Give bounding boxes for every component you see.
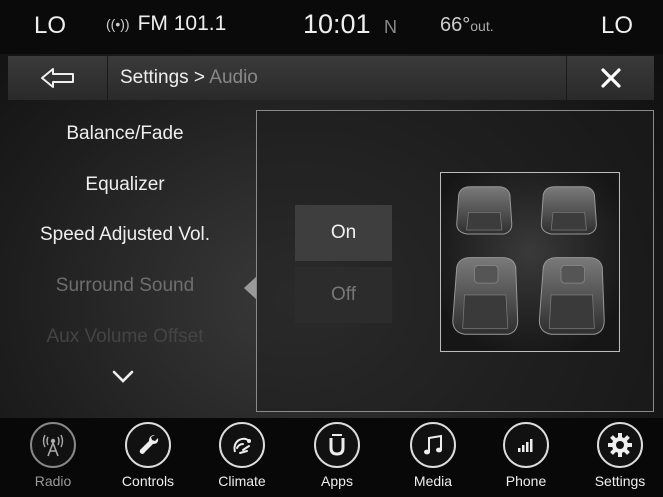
- rear-left-seat: [456, 186, 513, 235]
- climate-icon: [219, 422, 265, 468]
- station-label: FM 101.1: [137, 12, 227, 35]
- screen: LO ((•)) FM 101.1 10:01 N 66°out. LO Set…: [0, 0, 663, 497]
- phone-signal-icon: [503, 422, 549, 468]
- breadcrumb-audio: Audio: [209, 67, 258, 88]
- title-bar: Settings > Audio: [8, 56, 654, 100]
- nav-media[interactable]: Media: [393, 422, 473, 489]
- nav-media-label: Media: [413, 473, 453, 489]
- temperature-value: 66°: [440, 14, 471, 36]
- status-bar: LO ((•)) FM 101.1 10:01 N 66°out. LO: [0, 0, 663, 54]
- menu-item-equalizer[interactable]: Equalizer: [0, 174, 250, 196]
- nav-climate[interactable]: Climate: [202, 422, 282, 489]
- gear-icon: [597, 422, 643, 468]
- bottom-nav: Radio Controls Climate Apps Media Phone …: [0, 418, 663, 497]
- nav-phone-label: Phone: [505, 473, 547, 489]
- close-button[interactable]: [566, 56, 654, 100]
- surround-on-button[interactable]: On: [295, 205, 392, 261]
- seats-illustration: [441, 173, 618, 350]
- menu-item-balance-fade[interactable]: Balance/Fade: [0, 123, 250, 145]
- surround-sound-panel: On Off: [256, 110, 654, 412]
- front-right-seat: [538, 257, 605, 335]
- clock: 10:01: [303, 9, 371, 39]
- nav-settings[interactable]: Settings: [580, 422, 660, 489]
- menu-item-aux-volume-offset[interactable]: Aux Volume Offset: [0, 326, 250, 348]
- menu-item-speed-adjusted-vol[interactable]: Speed Adjusted Vol.: [0, 224, 250, 246]
- temperature-unit: out.: [470, 18, 494, 34]
- chevron-down-icon[interactable]: [112, 370, 134, 389]
- nav-radio-label: Radio: [34, 473, 72, 489]
- breadcrumb-settings: Settings >: [120, 67, 206, 88]
- broadcast-icon: ((•)): [106, 16, 130, 32]
- radio-station[interactable]: ((•)) FM 101.1: [106, 12, 226, 36]
- radio-icon: [30, 422, 76, 468]
- apps-icon: [314, 422, 360, 468]
- surround-off-button[interactable]: Off: [295, 267, 392, 323]
- compass-heading: N: [384, 17, 397, 37]
- nav-apps-label: Apps: [321, 473, 353, 489]
- left-temp-setting[interactable]: LO: [34, 12, 66, 40]
- vehicle-seats-diagram: [440, 172, 620, 352]
- back-arrow-icon: [40, 68, 74, 88]
- close-icon: [600, 68, 621, 88]
- wrench-icon: [125, 422, 171, 468]
- rear-right-seat: [540, 186, 597, 235]
- nav-controls-label: Controls: [121, 473, 175, 489]
- nav-controls[interactable]: Controls: [108, 422, 188, 489]
- selection-pointer: [244, 277, 256, 299]
- breadcrumb: Settings > Audio: [120, 67, 258, 89]
- outside-temperature: 66°out.: [440, 14, 494, 37]
- menu-item-surround-sound[interactable]: Surround Sound: [0, 275, 250, 297]
- nav-phone[interactable]: Phone: [486, 422, 566, 489]
- music-note-icon: [410, 422, 456, 468]
- nav-climate-label: Climate: [218, 473, 266, 489]
- back-button[interactable]: [8, 56, 108, 100]
- nav-apps[interactable]: Apps: [297, 422, 377, 489]
- nav-settings-label: Settings: [594, 473, 646, 489]
- right-temp-setting[interactable]: LO: [601, 12, 633, 40]
- front-left-seat: [452, 257, 519, 335]
- nav-radio[interactable]: Radio: [13, 422, 93, 489]
